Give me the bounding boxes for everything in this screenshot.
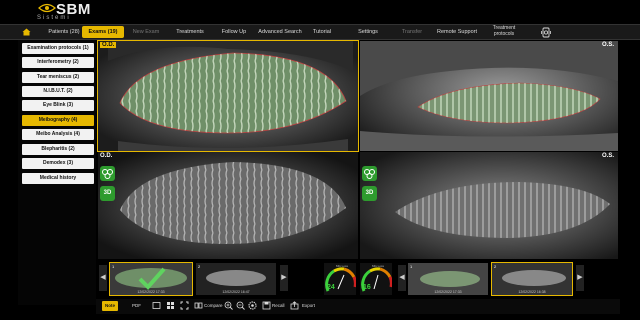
menu-settings[interactable]: Settings: [352, 25, 384, 40]
thumbnail-od-1[interactable]: 1 12/02/2022 17:33: [109, 262, 193, 296]
sidebar-item-demodex[interactable]: Demodex (3): [22, 158, 94, 169]
note-button[interactable]: Note: [102, 301, 118, 311]
glands-icon: [102, 169, 113, 179]
mg-loss-gauge-od: MG Loss 24: [324, 263, 357, 295]
menu-treatment-protocols[interactable]: Treatment protocols: [488, 24, 520, 39]
single-view-icon[interactable]: [152, 301, 161, 310]
meibography-image-od: [98, 41, 358, 151]
3d-view-button-od[interactable]: 3D: [100, 186, 115, 201]
zoom-in-icon[interactable]: [224, 301, 233, 310]
gauge-caption: MG Loss: [336, 264, 349, 268]
sidebar-item-nibut[interactable]: N.I.B.U.T. (2): [22, 86, 94, 97]
meibo-view-button-od[interactable]: [100, 166, 115, 181]
meibo-view-button-os[interactable]: [362, 166, 377, 181]
sidebar-item-blepharitis[interactable]: Blepharitis (2): [22, 144, 94, 155]
menu-exams[interactable]: Exams (19): [82, 26, 124, 38]
compare-button[interactable]: Compare: [204, 301, 223, 311]
thumbnail-number: 2: [494, 264, 497, 269]
menu-new-exam[interactable]: New Exam: [128, 25, 164, 40]
menu-tutorial[interactable]: Tutorial: [306, 25, 338, 40]
gauge-caption: MG Loss: [372, 264, 385, 268]
sidebar-item-interferometry[interactable]: Interferometry (2): [22, 57, 94, 68]
thumbs-prev-left-arrow-icon[interactable]: ◀: [99, 265, 107, 291]
thumbnail-date: 12/02/2022 16:47: [222, 290, 250, 294]
sidebar-item-examination-protocols[interactable]: Examination protocols (1): [22, 43, 94, 54]
camera-device-icon[interactable]: [541, 27, 551, 38]
logo-eye-icon: [38, 3, 56, 13]
export-icon[interactable]: [290, 301, 299, 310]
thumbnail-date: 12/02/2022 16:38: [518, 290, 546, 294]
thumbnail-date: 12/02/2022 17:33: [137, 290, 165, 294]
menu-advanced-search[interactable]: Advanced Search: [256, 25, 304, 40]
zoom-out-icon[interactable]: [236, 301, 245, 310]
export-button[interactable]: Export: [302, 301, 315, 311]
sidebar-item-meibography[interactable]: Meibography (4): [22, 115, 94, 126]
settings-gear-icon[interactable]: [248, 301, 257, 310]
thumbs-prev-right-left-arrow-icon[interactable]: ◀: [398, 265, 406, 291]
sidebar-item-medical-history[interactable]: Medical history: [22, 173, 94, 184]
save-icon[interactable]: [262, 301, 271, 310]
thumbnail-strip: ◀ 1 12/02/2022 17:33 2 12/02/2022 16:47 …: [96, 261, 620, 298]
menu-follow-up[interactable]: Follow Up: [216, 25, 252, 40]
thumbs-next-right-arrow-icon-2[interactable]: ▶: [576, 265, 584, 291]
image-pane-od-bottom[interactable]: O.D. 3D: [98, 152, 358, 259]
recall-button[interactable]: Recall: [272, 301, 285, 311]
logo-subtitle: Sistemi: [37, 15, 71, 21]
sidebar-item-tear-meniscus[interactable]: Tear meniscus (2): [22, 72, 94, 83]
thumbnail-os-2[interactable]: 2 12/02/2022 16:38: [491, 262, 573, 296]
menu-patients[interactable]: Patients (28): [42, 25, 86, 40]
thumbnail-date: 12/02/2022 17:33: [434, 290, 462, 294]
meibography-raw-os: [360, 152, 618, 259]
meibography-image-os: [360, 41, 618, 151]
eye-tag-od-bottom: O.D.: [100, 153, 113, 159]
sidebar-item-eye-blink[interactable]: Eye Blink (3): [22, 100, 94, 111]
exam-sidebar: Examination protocols (1) Interferometry…: [18, 40, 96, 305]
glands-icon: [364, 169, 375, 179]
eye-tag-od-top: O.D.: [100, 42, 117, 48]
sidebar-item-meibo-analysis[interactable]: Meibo Analysis (4): [22, 129, 94, 140]
menu-remote-support[interactable]: Remote Support: [434, 25, 480, 40]
compare-icon[interactable]: [194, 301, 203, 310]
menu-transfer[interactable]: Transfer: [396, 25, 428, 40]
image-pane-os-bottom[interactable]: O.S. 3D: [360, 152, 618, 259]
thumbnail-od-2[interactable]: 2 12/02/2022 16:47: [196, 263, 276, 295]
menu-treatments[interactable]: Treatments: [172, 25, 208, 40]
pdf-button[interactable]: PDF: [132, 301, 141, 311]
app-header: SBM Sistemi: [0, 0, 640, 24]
grid-view-icon[interactable]: [166, 301, 175, 310]
image-pane-os-top[interactable]: O.S.: [360, 41, 618, 151]
thumbnail-number: 1: [112, 264, 115, 269]
gauge-value: 24: [327, 284, 335, 291]
thumbnail-number: 2: [198, 264, 201, 269]
eye-tag-os-top: O.S.: [601, 42, 614, 48]
home-icon[interactable]: [22, 28, 31, 36]
eye-tag-os-bottom: O.S.: [601, 153, 614, 159]
thumbs-next-right-arrow-icon[interactable]: ▶: [280, 265, 288, 291]
image-pane-od-top[interactable]: O.D.: [97, 40, 359, 152]
thumbnail-number: 1: [410, 264, 413, 269]
mg-loss-gauge-os: MG Loss 16: [360, 263, 393, 295]
thumbnail-os-1[interactable]: 1 12/02/2022 17:33: [408, 263, 488, 295]
gauge-value: 16: [363, 284, 371, 291]
3d-view-button-os[interactable]: 3D: [362, 186, 377, 201]
fullscreen-icon[interactable]: [180, 301, 189, 310]
bottom-toolbar: Note PDF Compare Recall Export: [96, 299, 620, 314]
meibography-raw-od: [98, 152, 358, 259]
